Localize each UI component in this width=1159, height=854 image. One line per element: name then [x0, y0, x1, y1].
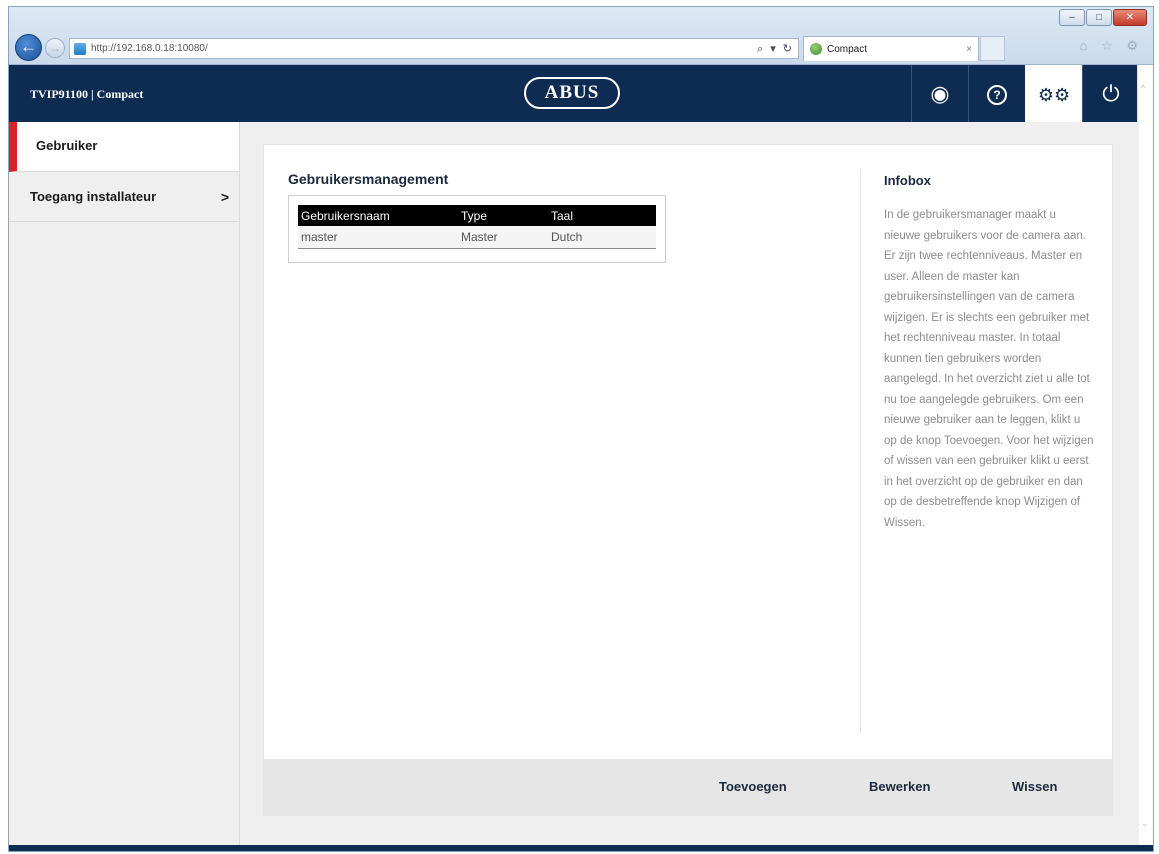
- cell-type: Master: [458, 226, 548, 249]
- table-header-row: Gebruikersnaam Type Taal: [298, 205, 656, 226]
- chevron-right-icon: >: [220, 189, 229, 205]
- cell-language: Dutch: [548, 226, 656, 249]
- edit-button[interactable]: Bewerken: [869, 759, 930, 815]
- window-controls: – □ ✕: [1059, 9, 1147, 26]
- page-icon: [74, 42, 86, 55]
- sidebar-item-label: Gebruiker: [36, 138, 98, 153]
- browser-chrome: – □ ✕ ← → http://192.168.0.18:10080/ ⌕ ▾…: [9, 7, 1153, 65]
- sidebar-item-toegang-installateur[interactable]: Toegang installateur >: [9, 172, 239, 222]
- power-button[interactable]: ⏻: [1082, 65, 1139, 122]
- column-header-language: Taal: [548, 205, 656, 226]
- infobox-divider: [860, 169, 861, 733]
- maximize-button[interactable]: □: [1086, 9, 1112, 26]
- page-title: Gebruikersmanagement: [288, 171, 449, 187]
- tab-close-icon[interactable]: ×: [966, 44, 972, 55]
- address-bar[interactable]: http://192.168.0.18:10080/ ⌕ ▾ ↻: [69, 38, 799, 59]
- scrollbar[interactable]: ^ ⌄: [1137, 65, 1153, 851]
- cell-username: master: [298, 226, 458, 249]
- column-header-type: Type: [458, 205, 548, 226]
- scroll-up-icon[interactable]: ^: [1141, 83, 1145, 93]
- arrow-left-icon: ←: [20, 37, 37, 56]
- help-button[interactable]: ?: [968, 65, 1025, 122]
- camera-lens-icon: ◉: [930, 81, 950, 106]
- infobox-title: Infobox: [884, 173, 931, 188]
- header-nav: ◉ ? ⚙⚙ ⏻: [911, 65, 1139, 122]
- settings-button[interactable]: ⚙⚙: [1025, 65, 1082, 122]
- bottom-border: [9, 845, 1153, 851]
- user-table: Gebruikersnaam Type Taal master Master D…: [298, 205, 656, 249]
- new-tab-button[interactable]: [980, 36, 1005, 61]
- gears-icon: ⚙⚙: [1037, 85, 1071, 105]
- arrow-right-icon: →: [49, 41, 61, 55]
- browser-tab[interactable]: Compact ×: [803, 36, 979, 61]
- scroll-down-icon[interactable]: ⌄: [1141, 818, 1149, 829]
- tab-title: Compact: [827, 43, 868, 55]
- delete-button[interactable]: Wissen: [1012, 759, 1057, 815]
- abus-logo: ABUS: [524, 77, 620, 109]
- help-icon: ?: [987, 85, 1007, 106]
- table-row[interactable]: master Master Dutch: [298, 226, 656, 249]
- sidebar-item-label: Toegang installateur: [30, 189, 157, 204]
- url-text[interactable]: http://192.168.0.18:10080/: [91, 43, 757, 54]
- user-table-container: Gebruikersnaam Type Taal master Master D…: [288, 195, 666, 263]
- home-favorites-settings-icons[interactable]: ⌂ ☆ ⚙: [1080, 38, 1143, 54]
- sidebar-item-gebruiker[interactable]: Gebruiker: [9, 122, 239, 172]
- action-bar: Toevoegen Bewerken Wissen: [264, 759, 1112, 815]
- content-area: Gebruikersmanagement Gebruikersnaam Type…: [240, 122, 1139, 845]
- device-title: TVIP91100 | Compact: [30, 87, 144, 101]
- back-button[interactable]: ←: [15, 34, 42, 61]
- add-button[interactable]: Toevoegen: [719, 759, 787, 815]
- camera-view-button[interactable]: ◉: [911, 65, 968, 122]
- search-refresh-icons[interactable]: ⌕ ▾ ↻: [757, 42, 794, 56]
- app-header: TVIP91100 | Compact ABUS ◉ ? ⚙⚙ ⏻: [9, 65, 1139, 122]
- minimize-button[interactable]: –: [1059, 9, 1085, 26]
- browser-window: – □ ✕ ← → http://192.168.0.18:10080/ ⌕ ▾…: [8, 6, 1154, 852]
- tab-favicon-icon: [810, 43, 822, 55]
- forward-button[interactable]: →: [45, 38, 65, 58]
- power-icon: ⏻: [1102, 81, 1120, 106]
- column-header-username: Gebruikersnaam: [298, 205, 458, 226]
- sidebar: Gebruiker Toegang installateur >: [9, 122, 240, 845]
- user-management-panel: Gebruikersmanagement Gebruikersnaam Type…: [263, 144, 1113, 816]
- infobox-text: In de gebruikersmanager maakt u nieuwe g…: [884, 209, 1094, 529]
- close-window-button[interactable]: ✕: [1113, 9, 1147, 26]
